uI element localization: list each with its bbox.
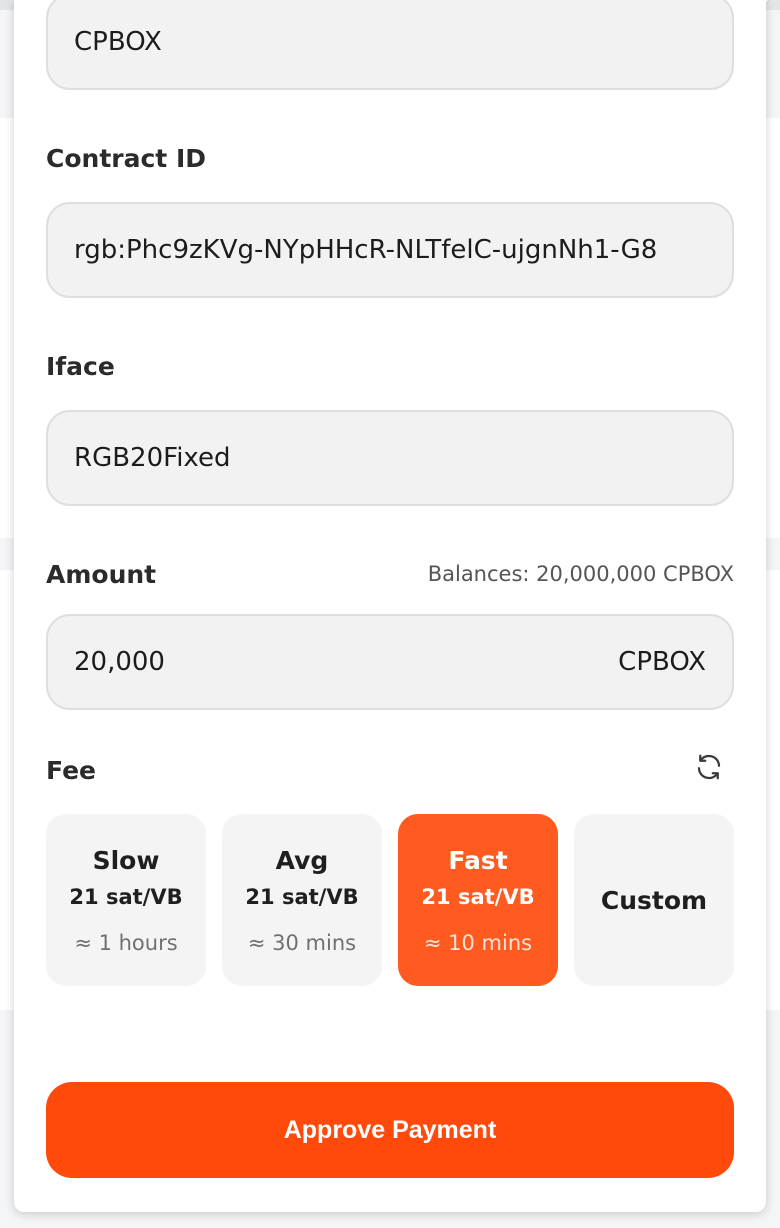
contract-id-value: rgb:Phc9zKVg-NYpHHcR-NLTfelC-ujgnNh1-G8 — [74, 235, 658, 265]
amount-field[interactable]: 20,000 CPBOX — [46, 614, 734, 710]
refresh-icon[interactable] — [694, 752, 724, 782]
fee-option-name: Custom — [600, 885, 708, 915]
fee-option-rate: 21 sat/VB — [245, 884, 359, 909]
balance-text: Balances: 20,000,000 CPBOX — [427, 562, 734, 586]
fee-option-fast[interactable]: Fast 21 sat/VB ≈ 10 mins — [398, 814, 558, 986]
fee-option-rate: 21 sat/VB — [69, 884, 183, 909]
fee-option-name: Avg — [275, 845, 329, 875]
fee-option-rate: 21 sat/VB — [421, 884, 535, 909]
fee-option-custom[interactable]: Custom — [574, 814, 734, 986]
fee-option-eta: ≈ 10 mins — [423, 930, 533, 955]
fee-option-avg[interactable]: Avg 21 sat/VB ≈ 30 mins — [222, 814, 382, 986]
fee-option-eta: ≈ 1 hours — [74, 930, 178, 955]
asset-name-field[interactable]: CPBOX — [46, 0, 734, 90]
iface-field[interactable]: RGB20Fixed — [46, 410, 734, 506]
payment-popup: CPBOX Contract ID rgb:Phc9zKVg-NYpHHcR-N… — [14, 0, 766, 1212]
asset-name-value: CPBOX — [74, 27, 162, 57]
fee-label: Fee — [46, 756, 96, 785]
iface-value: RGB20Fixed — [74, 443, 231, 473]
amount-value: 20,000 — [74, 647, 165, 677]
approve-payment-button[interactable]: Approve Payment — [46, 1082, 734, 1178]
contract-id-field[interactable]: rgb:Phc9zKVg-NYpHHcR-NLTfelC-ujgnNh1-G8 — [46, 202, 734, 298]
iface-label: Iface — [46, 352, 115, 381]
contract-id-label: Contract ID — [46, 144, 206, 173]
amount-unit: CPBOX — [618, 647, 706, 677]
fee-option-eta: ≈ 30 mins — [247, 930, 357, 955]
fee-option-name: Slow — [92, 845, 160, 875]
amount-label: Amount — [46, 560, 157, 589]
fee-option-slow[interactable]: Slow 21 sat/VB ≈ 1 hours — [46, 814, 206, 986]
fee-option-name: Fast — [448, 845, 508, 875]
